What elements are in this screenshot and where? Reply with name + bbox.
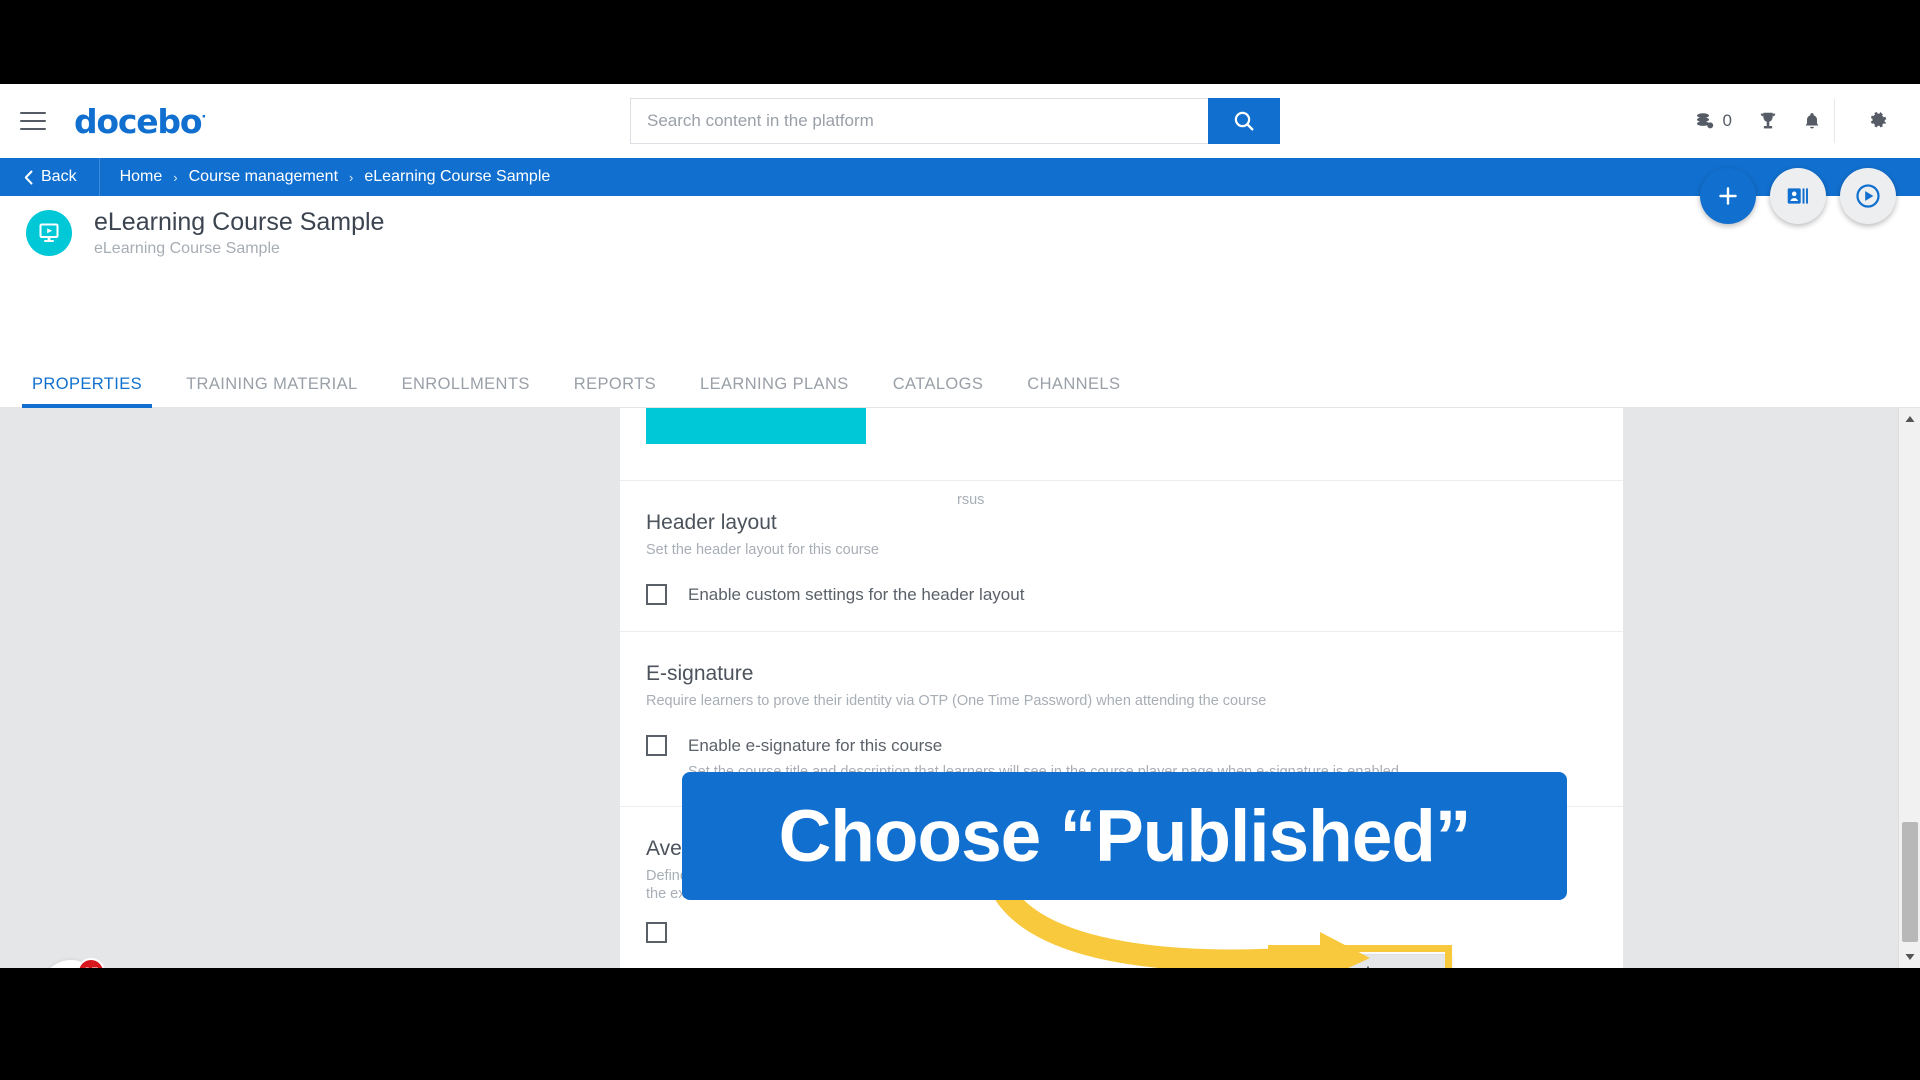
tab-channels[interactable]: CHANNELS: [1005, 375, 1142, 407]
docebo-app: docebo·: [0, 84, 1920, 968]
tab-enrollments[interactable]: ENROLLMENTS: [380, 375, 552, 407]
brand-text: docebo: [74, 102, 201, 141]
back-label: Back: [41, 168, 77, 186]
course-header: eLearning Course Sample eLearning Course…: [0, 196, 1920, 270]
header-layout-checkbox-row[interactable]: Enable custom settings for the header la…: [646, 584, 1597, 605]
breadcrumb-separator: ›: [349, 170, 353, 185]
course-tabs: PROPERTIES TRAINING MATERIAL ENROLLMENTS…: [0, 356, 1920, 408]
page-title: eLearning Course Sample: [94, 208, 384, 237]
search-button[interactable]: [1208, 98, 1280, 144]
breadcrumb: Home › Course management › eLearning Cou…: [100, 168, 551, 186]
instruction-callout: Choose “Published”: [682, 772, 1567, 900]
floating-action-buttons: [1700, 168, 1896, 224]
section-subtitle: Require learners to prove their identity…: [646, 693, 1597, 709]
search-input[interactable]: [630, 98, 1208, 144]
brand-registered-mark: ·: [201, 110, 205, 125]
enrollments-button[interactable]: [1770, 168, 1826, 224]
course-title-block: eLearning Course Sample eLearning Course…: [94, 208, 384, 259]
admin-settings-button[interactable]: [1834, 99, 1920, 143]
tab-reports[interactable]: REPORTS: [552, 375, 678, 407]
checkbox-label: Enable e-signature for this course: [688, 735, 1399, 756]
header-layout-checkbox[interactable]: [646, 584, 667, 605]
search-icon: [1232, 109, 1256, 133]
elearning-monitor-icon: [37, 221, 61, 245]
breadcrumb-item-home[interactable]: Home: [120, 168, 163, 186]
section-title: E-signature: [646, 662, 1597, 686]
id-card-icon: [1785, 183, 1811, 209]
coins-balance[interactable]: 0: [1681, 84, 1746, 158]
add-button[interactable]: [1700, 168, 1756, 224]
course-color-swatch[interactable]: [646, 408, 866, 444]
coins-icon: [1695, 111, 1715, 131]
screenshot-stage: docebo·: [0, 0, 1920, 1080]
coins-count: 0: [1723, 111, 1732, 131]
breadcrumb-item-course-management[interactable]: Course management: [189, 168, 338, 186]
callout-text: Choose “Published”: [779, 795, 1471, 878]
caret-up-icon: [1905, 415, 1915, 423]
average-time-checkbox[interactable]: [646, 922, 667, 943]
tab-catalogs[interactable]: CATALOGS: [871, 375, 1006, 407]
breadcrumb-bar: Back Home › Course management › eLearnin…: [0, 158, 1920, 196]
section-subtitle: Set the header layout for this course: [646, 542, 1597, 558]
gamification-button[interactable]: [1746, 84, 1790, 158]
course-type-badge: [26, 210, 72, 256]
tab-properties[interactable]: PROPERTIES: [10, 375, 164, 407]
top-bar-icons: 0: [1681, 84, 1920, 158]
vertical-scrollbar[interactable]: [1898, 408, 1920, 968]
scrollbar-thumb[interactable]: [1902, 822, 1918, 942]
page-subtitle: eLearning Course Sample: [94, 240, 384, 258]
checkbox-label: Enable custom settings for the header la…: [688, 584, 1024, 605]
tab-training-material[interactable]: TRAINING MATERIAL: [164, 375, 380, 407]
section-partial-top: [620, 408, 1623, 481]
section-title: Header layout: [646, 511, 1597, 535]
bell-icon: [1802, 110, 1822, 132]
hamburger-menu-icon[interactable]: [20, 112, 46, 130]
platform-search: [630, 98, 1280, 144]
scroll-up-button[interactable]: [1899, 408, 1920, 430]
breadcrumb-item-current[interactable]: eLearning Course Sample: [364, 168, 550, 186]
section-subtitle-tail: rsus: [957, 492, 984, 508]
esignature-checkbox[interactable]: [646, 735, 667, 756]
caret-down-icon: [1905, 953, 1915, 961]
scroll-down-button[interactable]: [1899, 946, 1920, 968]
back-button[interactable]: Back: [0, 158, 100, 196]
docebo-logo[interactable]: docebo·: [74, 102, 205, 141]
tab-learning-plans[interactable]: LEARNING PLANS: [678, 375, 871, 407]
top-navigation-bar: docebo·: [0, 84, 1920, 158]
breadcrumb-separator: ›: [173, 170, 177, 185]
notifications-button[interactable]: [1790, 84, 1834, 158]
chevron-left-icon: [24, 170, 33, 185]
play-circle-icon: [1854, 182, 1882, 210]
plus-icon: [1715, 183, 1741, 209]
trophy-icon: [1757, 110, 1779, 132]
gear-icon: [1866, 109, 1890, 133]
preview-button[interactable]: [1840, 168, 1896, 224]
section-header-layout: Header layout Set the header layout for …: [620, 481, 1623, 632]
